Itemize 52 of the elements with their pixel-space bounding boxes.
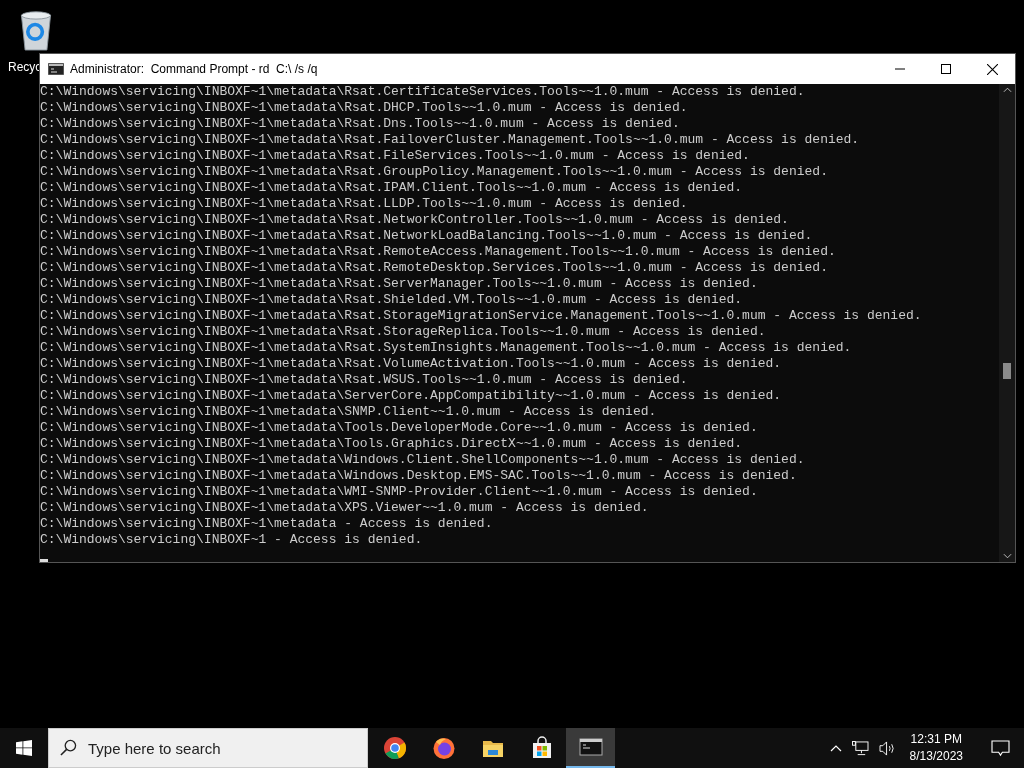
terminal-icon — [48, 63, 64, 75]
terminal-icon — [578, 735, 603, 759]
console-line: C:\Windows\servicing\INBOXF~1\metadata\Rsat.Dns.Tools~~1.0.mum - Access is denied. — [40, 116, 680, 132]
console-line: C:\Windows\servicing\INBOXF~1\metadata\Rsat.CertificateServices.Tools~~1.0.mum - Access is denied. — [40, 84, 805, 100]
browser-icon — [431, 736, 456, 760]
console-line: C:\Windows\servicing\INBOXF~1\metadata\Tools.Graphics.DirectX~~1.0.mum - Access is denied. — [40, 436, 743, 452]
console-line: C:\Windows\servicing\INBOXF~1\metadata\Windows.Desktop.EMS-SAC.Tools~~1.0.mum - Access is denied. — [40, 468, 797, 484]
console-line: C:\Windows\servicing\INBOXF~1\metadata\Rsat.ServerManager.Tools~~1.0.mum - Access is denied. — [40, 276, 758, 292]
console-line: C:\Windows\servicing\INBOXF~1\metadata\Rsat.NetworkLoadBalancing.Tools~~1.0.mum - Access is denied. — [40, 228, 813, 244]
console-line: C:\Windows\servicing\INBOXF~1\metadata\Rsat.LLDP.Tools~~1.0.mum - Access is denied. — [40, 196, 688, 212]
speaker-icon[interactable] — [878, 740, 896, 756]
console-line: C:\Windows\servicing\INBOXF~1\metadata\Rsat.NetworkController.Tools~~1.0.mum - Access is denied. — [40, 212, 789, 228]
console-line: C:\Windows\servicing\INBOXF~1\metadata\Rsat.SystemInsights.Management.Tools~~1.0.mum - Access is denied. — [40, 340, 852, 356]
notifications-icon[interactable] — [991, 739, 1010, 757]
scroll-down-icon[interactable] — [1002, 553, 1012, 559]
console-line: C:\Windows\servicing\INBOXF~1\metadata\Windows.Client.ShellComponents~~1.0.mum - Access is denied. — [40, 452, 805, 468]
search-field[interactable]: Type here to search — [48, 728, 368, 768]
console-line: C:\Windows\servicing\INBOXF~1\metadata\Rsat.DHCP.Tools~~1.0.mum - Access is denied. — [40, 100, 688, 116]
close-icon — [986, 63, 998, 75]
search-icon — [60, 739, 77, 756]
console-line: C:\Windows\servicing\INBOXF~1\metadata\Rsat.IPAM.Client.Tools~~1.0.mum - Access is denied. — [40, 180, 743, 196]
console-line: C:\Windows\servicing\INBOXF~1\metadata\Rsat.GroupPolicy.Management.Tools~~1.0.mum - Access is denied. — [40, 164, 828, 180]
clock[interactable]: 12:31 PM 8/13/2023 — [909, 731, 963, 765]
console-line: C:\Windows\servicing\INBOXF~1\metadata\Rsat.StorageMigrationService.Management.Tools~~1.0.mum - Access is denied. — [40, 308, 922, 324]
browser-icon — [382, 736, 407, 760]
scroll-up-icon[interactable] — [1002, 87, 1012, 93]
console-line: C:\Windows\servicing\INBOXF~1\metadata\XPS.Viewer~~1.0.mum - Access is denied. — [40, 500, 649, 516]
console-line: C:\Windows\servicing\INBOXF~1\metadata\Rsat.VolumeActivation.Tools~~1.0.mum - Access is denied. — [40, 356, 782, 372]
maximize-icon — [941, 64, 951, 74]
console-line: C:\Windows\servicing\INBOXF~1\metadata\Rsat.WSUS.Tools~~1.0.mum - Access is denied. — [40, 372, 688, 388]
console-line: C:\Windows\servicing\INBOXF~1\metadata\Rsat.Shielded.VM.Tools~~1.0.mum - Access is denied. — [40, 292, 743, 308]
console-line: C:\Windows\servicing\INBOXF~1\metadata\Rsat.StorageReplica.Tools~~1.0.mum - Access is denied. — [40, 324, 766, 340]
window-title: Administrator: Command Prompt - rd C:\ /s /q — [70, 62, 318, 76]
network-icon[interactable] — [851, 740, 869, 756]
windows-logo-icon — [16, 740, 32, 756]
console-line: C:\Windows\servicing\INBOXF~1\metadata\Rsat.FileServices.Tools~~1.0.mum - Access is denied. — [40, 148, 750, 164]
scrollbar-thumb[interactable] — [1003, 363, 1011, 379]
console-line: C:\Windows\servicing\INBOXF~1\metadata\Rsat.FailoverCluster.Management.Tools~~1.0.mum - Access is denied. — [40, 132, 860, 148]
chevron-up-icon[interactable] — [829, 744, 842, 752]
clock-date: 8/13/2023 — [909, 748, 963, 765]
console-line: C:\Windows\servicing\INBOXF~1\metadata\ServerCore.AppCompatibility~~1.0.mum - Access is denied. — [40, 388, 782, 404]
console-line: C:\Windows\servicing\INBOXF~1\metadata\Rsat.RemoteDesktop.Services.Tools~~1.0.mum - Access is denied. — [40, 260, 828, 276]
text-cursor — [40, 559, 48, 562]
console-line: C:\Windows\servicing\INBOXF~1\metadata\Rsat.RemoteAccess.Management.Tools~~1.0.mum - Access is denied. — [40, 244, 836, 260]
terminal-app-button[interactable] — [566, 728, 615, 768]
scrollbar[interactable] — [999, 84, 1015, 562]
console-line: C:\Windows\servicing\INBOXF~1\metadata - Access is denied. — [40, 516, 493, 532]
clock-time: 12:31 PM — [910, 731, 962, 748]
console-line: C:\Windows\servicing\INBOXF~1\metadata\WMI-SNMP-Provider.Client~~1.0.mum - Access is denied. — [40, 484, 758, 500]
console-line: C:\Windows\servicing\INBOXF~1\metadata\Tools.DeveloperMode.Core~~1.0.mum - Access is denied. — [40, 420, 758, 436]
console-line: C:\Windows\servicing\INBOXF~1 - Access is denied. — [40, 532, 423, 548]
console-line: C:\Windows\servicing\INBOXF~1\metadata\SNMP.Client~~1.0.mum - Access is denied. — [40, 404, 657, 420]
